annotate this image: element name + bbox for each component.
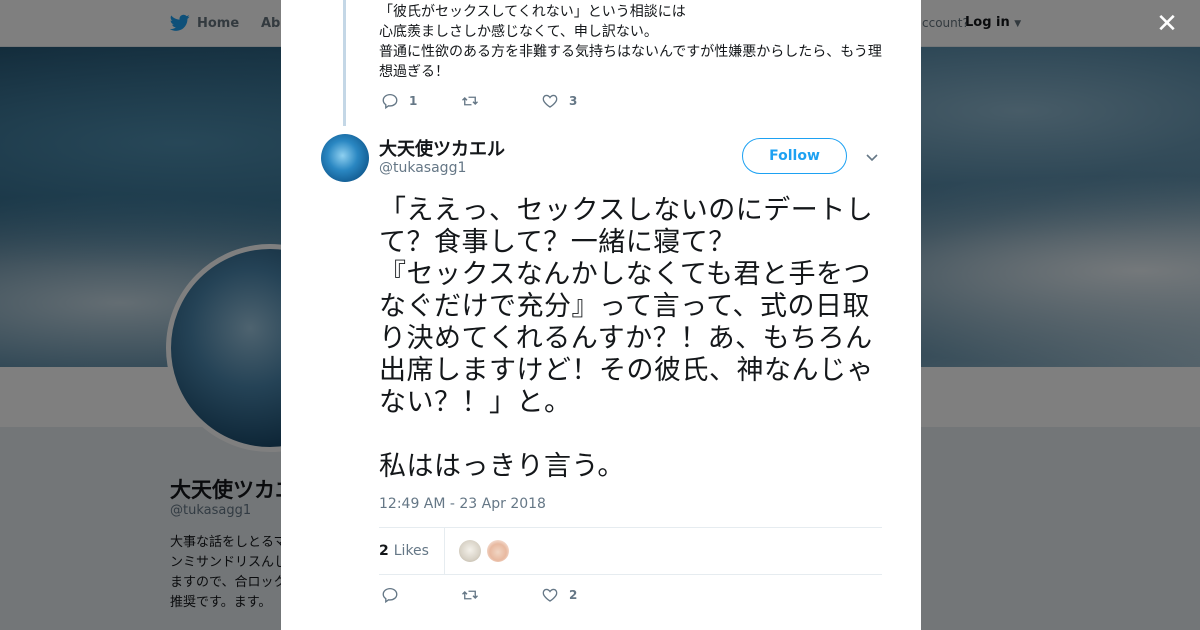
tweet-modal: 「彼氏がセックスしてくれない」という相談には 心底羨ましさしか感じなくて、申し訳… — [281, 0, 921, 630]
liker-avatar[interactable] — [486, 540, 509, 562]
likes-summary: 2 Likes — [379, 528, 509, 574]
tweet-text: 「ええっ、セックスしないのにデートして？食事して？一緒に寝て？ 『セックスなんか… — [379, 195, 874, 482]
heart-icon — [542, 588, 558, 602]
like-button[interactable]: 2 — [541, 586, 621, 604]
likes-label: Likes — [393, 543, 429, 559]
retweet-icon — [462, 590, 478, 600]
liker-avatar[interactable] — [458, 540, 481, 562]
thread-connector-line — [343, 0, 346, 126]
previous-tweet-text: 「彼氏がセックスしてくれない」という相談には 心底羨ましさしか感じなくて、申し訳… — [379, 4, 882, 80]
previous-tweet-actions: 1 3 — [381, 92, 621, 110]
reply-button[interactable]: 1 — [381, 92, 461, 110]
like-count: 3 — [569, 94, 578, 108]
heart-icon — [542, 94, 558, 108]
likes-count-link[interactable]: 2 Likes — [379, 528, 445, 574]
reply-icon — [382, 93, 398, 110]
retweet-button[interactable] — [461, 92, 541, 110]
reply-icon — [382, 587, 398, 604]
retweet-button[interactable] — [461, 586, 541, 604]
like-button[interactable]: 3 — [541, 92, 621, 110]
reply-button[interactable] — [381, 586, 461, 604]
divider — [379, 574, 882, 575]
retweet-icon — [462, 96, 478, 106]
reply-count: 1 — [409, 94, 418, 108]
like-count: 2 — [569, 588, 578, 602]
likes-number: 2 — [379, 543, 389, 559]
tweet-author-avatar[interactable] — [321, 134, 369, 182]
follow-button[interactable]: Follow — [742, 138, 847, 174]
tweet-author-name[interactable]: 大天使ツカエル — [379, 135, 505, 161]
tweet-actions: 2 — [381, 586, 621, 604]
tweet-timestamp[interactable]: 12:49 AM - 23 Apr 2018 — [379, 496, 546, 512]
close-modal-button[interactable]: ✕ — [1153, 10, 1181, 38]
chevron-down-icon[interactable] — [864, 149, 880, 165]
tweet-author-handle[interactable]: @tukasagg1 — [379, 160, 466, 176]
